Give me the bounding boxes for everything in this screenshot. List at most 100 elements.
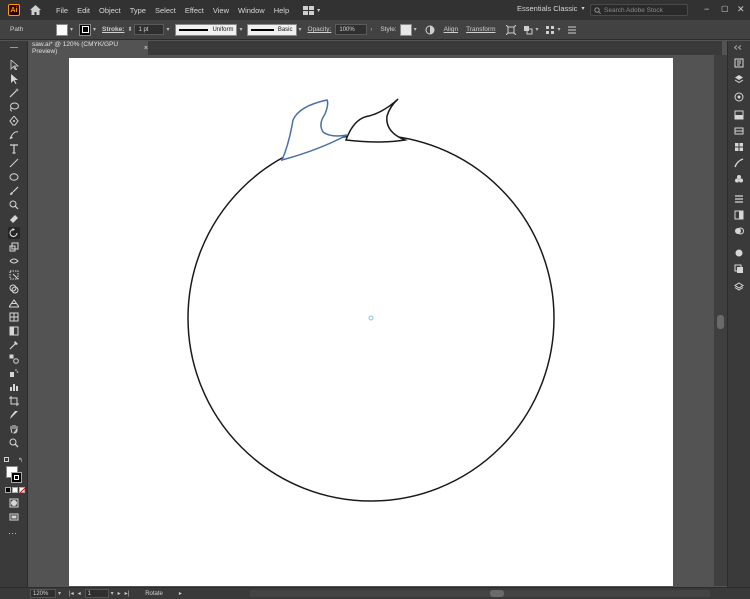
swap-fill-stroke-icon[interactable]: ↰	[18, 457, 23, 464]
fill-swatch[interactable]	[56, 23, 68, 36]
layers-panel-icon[interactable]	[733, 73, 745, 85]
artwork-svg[interactable]	[69, 58, 673, 586]
mesh-tool-icon[interactable]	[8, 311, 20, 323]
pen-tool-icon[interactable]	[8, 115, 20, 127]
circle-path[interactable]	[187, 134, 555, 502]
brush-definition[interactable]: Basic	[246, 23, 297, 36]
stroke-weight-field[interactable]: 1 pt	[134, 24, 165, 35]
chevron-down-icon[interactable]: ▾	[93, 26, 96, 33]
properties-panel-icon[interactable]	[733, 57, 745, 69]
transparency-panel-icon[interactable]	[733, 225, 745, 237]
graphic-style-swatch[interactable]	[399, 23, 412, 36]
color-guide-panel-icon[interactable]	[733, 125, 745, 137]
horizontal-scroll-thumb[interactable]	[490, 590, 504, 597]
stroke-label[interactable]: Stroke:	[102, 26, 124, 33]
menu-view[interactable]: View	[213, 6, 229, 15]
default-colors-icon[interactable]	[4, 457, 9, 462]
vertical-scroll-thumb[interactable]	[717, 315, 724, 329]
eyedropper-tool-icon[interactable]	[8, 339, 20, 351]
slice-tool-icon[interactable]	[8, 409, 20, 421]
opacity-field[interactable]: 100%	[335, 24, 368, 35]
first-artboard-icon[interactable]: |◂	[69, 590, 74, 597]
shape-builder-tool-icon[interactable]	[8, 283, 20, 295]
gradient-mode-icon[interactable]	[12, 487, 18, 493]
gradient-panel-icon[interactable]	[733, 209, 745, 221]
stepper-icon[interactable]: ⬍	[127, 26, 132, 33]
hand-tool-icon[interactable]	[8, 423, 20, 435]
status-menu-arrow-icon[interactable]: ▸	[179, 590, 182, 597]
menu-select[interactable]: Select	[155, 6, 176, 15]
chevron-down-icon[interactable]: ▾	[166, 26, 169, 33]
magic-wand-tool-icon[interactable]	[8, 87, 20, 99]
ellipse-tool-icon[interactable]	[8, 171, 20, 183]
selected-saw-tooth-shape[interactable]	[280, 99, 348, 162]
swatches-panel-icon[interactable]	[733, 141, 745, 153]
close-button[interactable]: ✕	[737, 4, 745, 15]
chevron-down-icon[interactable]: ▾	[535, 26, 538, 33]
selection-tool-icon[interactable]	[8, 59, 20, 71]
menu-help[interactable]: Help	[274, 6, 289, 15]
column-graph-tool-icon[interactable]	[8, 381, 20, 393]
menu-window[interactable]: Window	[238, 6, 265, 15]
symbols-panel-icon[interactable]	[733, 173, 745, 185]
graphic-styles-panel-icon[interactable]	[733, 263, 745, 275]
stroke-swatch[interactable]	[79, 23, 92, 36]
libraries-panel-icon[interactable]	[733, 91, 745, 103]
lasso-tool-icon[interactable]	[8, 101, 20, 113]
maximize-button[interactable]: ▢	[721, 4, 729, 13]
chevron-down-icon[interactable]: ▾	[111, 590, 114, 597]
layers-stack-panel-icon[interactable]	[733, 281, 745, 293]
artboard-tool-icon[interactable]	[8, 395, 20, 407]
edit-toolbar-icon[interactable]: ···	[8, 528, 17, 538]
expand-panels-icon[interactable]	[734, 45, 744, 50]
opacity-label[interactable]: Opacity:	[308, 26, 332, 33]
shaper-tool-icon[interactable]	[8, 199, 20, 211]
next-artboard-icon[interactable]: ▸	[118, 590, 121, 597]
stroke-color-box[interactable]	[11, 472, 22, 483]
recolor-artwork-icon[interactable]	[425, 24, 436, 35]
chevron-down-icon[interactable]: ▾	[414, 26, 417, 33]
draw-mode-icon[interactable]	[8, 497, 20, 509]
menu-edit[interactable]: Edit	[77, 6, 90, 15]
eraser-tool-icon[interactable]	[8, 213, 20, 225]
brushes-panel-icon[interactable]	[733, 157, 745, 169]
menu-type[interactable]: Type	[130, 6, 146, 15]
line-segment-tool-icon[interactable]	[8, 157, 20, 169]
chevron-right-icon[interactable]: ›	[370, 27, 372, 33]
scale-tool-icon[interactable]	[8, 241, 20, 253]
align-button[interactable]: Align	[444, 26, 458, 33]
appearance-panel-icon[interactable]	[733, 247, 745, 259]
screen-mode-icon[interactable]	[8, 511, 20, 523]
curvature-tool-icon[interactable]	[8, 129, 20, 141]
chevron-down-icon[interactable]: ▾	[239, 26, 242, 33]
canvas-area[interactable]	[28, 55, 714, 586]
menu-effect[interactable]: Effect	[185, 6, 204, 15]
variable-width-profile[interactable]: Uniform	[175, 23, 238, 36]
blend-tool-icon[interactable]	[8, 353, 20, 365]
color-mode-icon[interactable]	[5, 487, 11, 493]
shape-mode-icon[interactable]	[522, 24, 533, 35]
rotate-tool-icon[interactable]	[8, 227, 20, 239]
stroke-panel-icon[interactable]	[733, 193, 745, 205]
collapse-panel-icon[interactable]	[9, 45, 19, 50]
direct-selection-tool-icon[interactable]	[8, 73, 20, 85]
artboard[interactable]	[69, 58, 673, 586]
transform-button[interactable]: Transform	[466, 26, 495, 33]
document-tab[interactable]: saw.ai* @ 120% (CMYK/GPU Preview) ×	[28, 41, 148, 55]
zoom-level-field[interactable]: 120%	[30, 589, 56, 598]
chevron-down-icon[interactable]: ▾	[58, 590, 61, 597]
menu-object[interactable]: Object	[99, 6, 121, 15]
vertical-scrollbar[interactable]	[714, 55, 727, 586]
select-similar-icon[interactable]	[545, 24, 556, 35]
none-mode-icon[interactable]	[19, 487, 26, 494]
horizontal-scrollbar[interactable]	[250, 590, 710, 597]
chevron-down-icon[interactable]: ▾	[558, 26, 561, 33]
perspective-grid-tool-icon[interactable]	[8, 297, 20, 309]
isolate-object-icon[interactable]	[505, 24, 516, 35]
symbol-sprayer-tool-icon[interactable]	[8, 367, 20, 379]
chevron-down-icon[interactable]: ▾	[299, 26, 302, 33]
last-artboard-icon[interactable]: ▸|	[125, 590, 130, 597]
width-tool-icon[interactable]	[8, 255, 20, 267]
gradient-tool-icon[interactable]	[8, 325, 20, 337]
zoom-tool-icon[interactable]	[8, 437, 20, 449]
